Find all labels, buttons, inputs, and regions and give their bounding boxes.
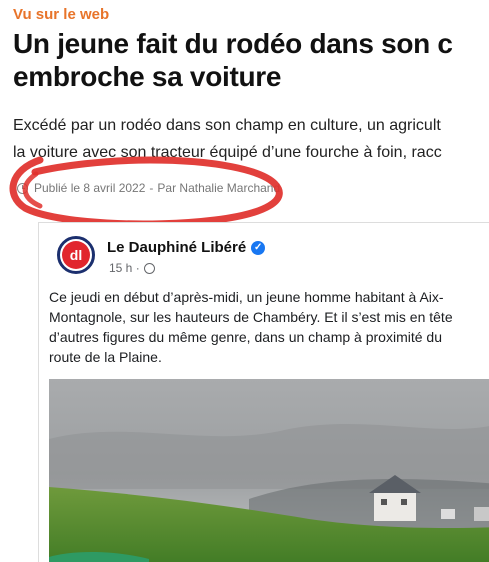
article-page: Vu sur le web Un jeune fait du rodéo dan… bbox=[0, 0, 489, 562]
dauphine-logo-icon: dl bbox=[62, 241, 90, 269]
embedded-facebook-post[interactable]: dl Le Dauphiné Libéré ✓ 15 h · Ce jeudi … bbox=[38, 222, 489, 562]
globe-icon bbox=[143, 262, 155, 274]
author-link[interactable]: Par Nathalie Marchand bbox=[157, 181, 280, 195]
lede-line: Excédé par un rodéo dans son champ en cu… bbox=[13, 117, 441, 134]
publish-date: Publié le 8 avril 2022 bbox=[34, 181, 146, 195]
article-lede: Excédé par un rodéo dans son champ en cu… bbox=[13, 112, 489, 166]
article-meta: Publié le 8 avril 2022 - Par Nathalie Ma… bbox=[17, 181, 280, 195]
post-body: Ce jeudi en début d’après-midi, un jeune… bbox=[49, 287, 489, 367]
post-header: dl bbox=[57, 236, 95, 274]
post-text-line: d’autres figures du même genre, dans un … bbox=[49, 329, 442, 345]
page-name: Le Dauphiné Libéré bbox=[107, 239, 247, 256]
post-photo[interactable] bbox=[49, 379, 489, 562]
headline-line: Un jeune fait du rodéo dans son c bbox=[13, 28, 453, 59]
clock-icon bbox=[17, 182, 28, 194]
meta-separator: - bbox=[149, 181, 154, 195]
lede-line: la voiture avec son tracteur équipé d’un… bbox=[13, 144, 442, 161]
page-name-link[interactable]: Le Dauphiné Libéré ✓ bbox=[107, 239, 266, 256]
page-avatar[interactable]: dl bbox=[57, 236, 95, 274]
post-text-line: Ce jeudi en début d’après-midi, un jeune… bbox=[49, 289, 444, 305]
article-headline: Un jeune fait du rodéo dans son c embroc… bbox=[13, 27, 489, 93]
headline-line: embroche sa voiture bbox=[13, 61, 282, 92]
post-text-line: route de la Plaine. bbox=[49, 349, 162, 365]
section-kicker[interactable]: Vu sur le web bbox=[13, 6, 109, 23]
post-time: 15 h · bbox=[109, 261, 140, 275]
post-text-line: Montagnole, sur les hauteurs de Chambéry… bbox=[49, 309, 453, 325]
verified-badge-icon: ✓ bbox=[251, 240, 266, 255]
post-timestamp[interactable]: 15 h · bbox=[109, 261, 155, 275]
